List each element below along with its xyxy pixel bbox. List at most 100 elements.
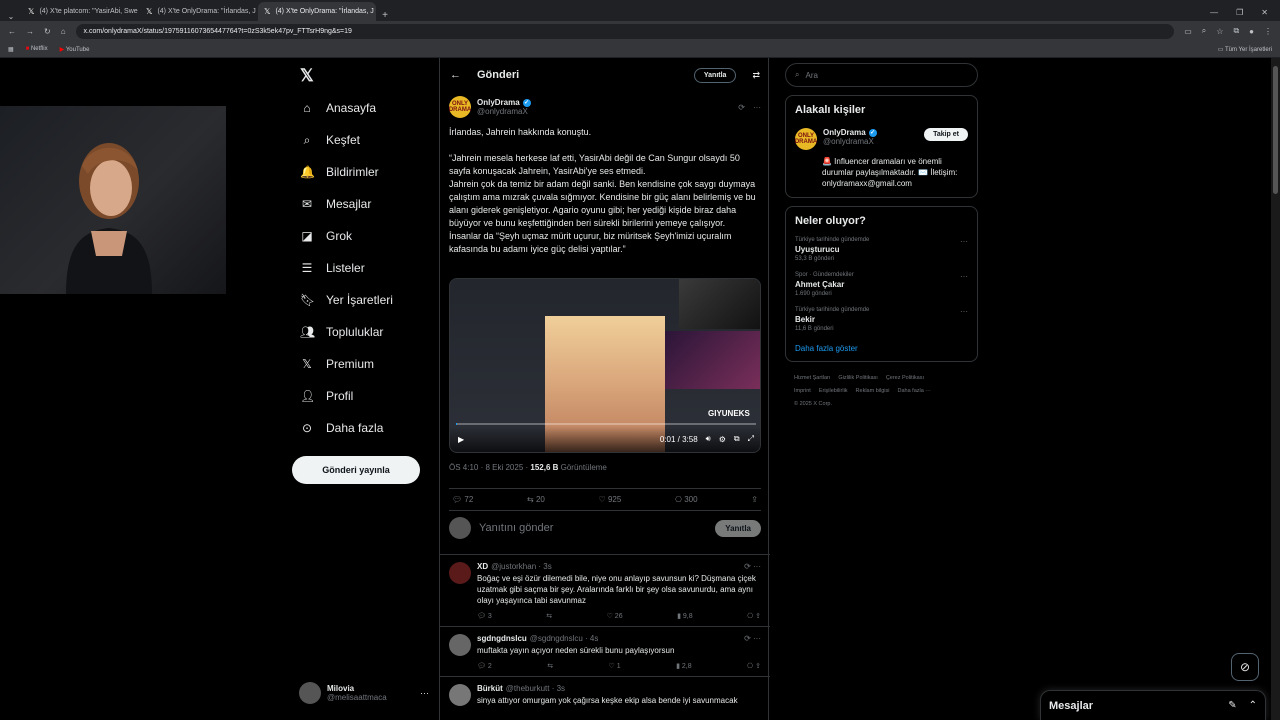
like-action[interactable]: ♡ 925 [599,495,622,504]
reply-action[interactable]: 💬︎ 2 [477,662,492,670]
back-icon[interactable]: ← [8,27,16,36]
profile-icon[interactable]: ● [1249,27,1254,36]
messages-drawer[interactable]: Mesajlar ✎ ⌃ [1040,690,1266,720]
share-icon[interactable]: ⇪ [751,495,758,504]
footer-link[interactable]: Imprint [794,388,811,394]
more-dots-icon[interactable]: ⟳ ··· [744,634,761,643]
grok-explain-icon[interactable]: ⟳ [738,103,745,112]
reply-author[interactable]: Bürküt [477,684,503,693]
reply-action[interactable]: 💬︎ 72 [452,495,473,504]
home-button-icon[interactable]: ⌂ [61,27,66,36]
account-switcher[interactable]: Milovia @melisaattmaca ··· [299,682,429,704]
tab-search-icon[interactable]: ⌄ [0,12,22,21]
bookmark-action[interactable]: ⎔ 300 [675,495,698,504]
maximize-icon[interactable]: ❐ [1236,8,1243,17]
new-tab-icon[interactable]: + [376,10,394,21]
like-action[interactable]: ♡ 1 [609,662,621,670]
avatar[interactable] [449,562,471,584]
more-dots-icon[interactable]: ··· [960,272,968,281]
sidebar-item-more[interactable]: ⊙ Daha fazla [300,418,383,438]
avatar[interactable]: ONLY DRAMA [449,96,471,118]
sidebar-item-premium[interactable]: 𝕏 Premium [300,354,374,374]
pip-icon[interactable]: ⧉ [734,434,740,444]
reload-icon[interactable]: ↻ [44,27,51,36]
like-action[interactable]: ♡ 26 [607,612,623,620]
sidebar-item-profile[interactable]: 👤︎ Profil [300,386,353,406]
expand-icon[interactable]: ⌃ [1249,700,1257,711]
sidebar-item-lists[interactable]: ☰ Listeler [300,258,365,278]
new-message-icon[interactable]: ✎ [1228,700,1236,711]
views-action[interactable]: ▮ 9,8 [677,612,693,620]
related-handle[interactable]: @onlydramaX [823,137,877,146]
reply-input[interactable]: Yanıtını gönder [479,522,553,534]
star-icon[interactable]: ☆ [1216,27,1223,36]
footer-link[interactable]: Hizmet Şartları [794,375,830,381]
reply-header-button[interactable]: Yanıtla [693,67,737,83]
avatar[interactable]: ONLY DRAMA [795,128,817,150]
volume-icon[interactable]: 🔊︎ [706,434,711,444]
footer-link[interactable]: Çerez Politikası [886,375,924,381]
related-name[interactable]: OnlyDrama [823,128,866,137]
browser-tab-1[interactable]: 𝕏(4) X'te platcom: "YasirAbi, Swe✕ [22,2,140,21]
reply-item[interactable]: sgdngdnslcu @sgdngdnslcu · 4s ⟳ ··· muftak… [440,626,770,676]
follow-button[interactable]: Takip et [924,128,968,141]
zoom-icon[interactable]: ⌕ [1202,26,1206,36]
cast-icon[interactable]: ▭ [1184,27,1192,36]
scrollbar[interactable] [1271,58,1280,720]
repost-action[interactable]: ⇆ [546,612,552,620]
footer-link[interactable]: Erişilebilirlik [819,388,848,394]
footer-link[interactable]: Reklam bilgisi [856,388,890,394]
sidebar-item-communities[interactable]: 👥︎ Topluluklar [300,322,383,342]
footer-link[interactable]: Daha fazla ··· [897,388,930,394]
sidebar-item-explore[interactable]: ⌕ Keşfet [300,130,360,150]
reply-action[interactable]: 💬︎ 3 [477,612,492,620]
fullscreen-icon[interactable]: ⤢ [748,434,754,444]
scrollbar-thumb[interactable] [1273,66,1278,194]
video-progress-bar[interactable] [456,423,756,425]
avatar[interactable] [449,684,471,706]
play-icon[interactable]: ▶ [458,435,464,444]
bookmark-youtube[interactable]: ▶ YouTube [60,46,90,53]
reply-item[interactable]: XD @justorkhan · 3s ⟳ ··· Boğaç ve eşi özü… [440,554,770,626]
window-close-icon[interactable]: ✕ [1261,8,1268,17]
footer-link[interactable]: Gizlilik Politikası [838,375,877,381]
reply-author[interactable]: sgdngdnslcu [477,634,527,643]
sidebar-item-home[interactable]: ⌂ Anasayfa [300,98,376,118]
sidebar-item-bookmarks[interactable]: 🔖︎ Yer İşaretleri [300,290,393,310]
avatar[interactable] [449,634,471,656]
author-handle[interactable]: @onlydramaX [477,107,531,116]
all-bookmarks[interactable]: ▭ Tüm Yer İşaretleri [1218,46,1272,53]
post-button[interactable]: Gönderi yayınla [292,456,420,484]
sidebar-item-messages[interactable]: ✉ Mesajlar [300,194,371,214]
reply-item[interactable]: Bürküt @theburkutt · 3s sinya attıyor omu… [440,676,770,712]
bookmark-share-icons[interactable]: ⎔ ⇪ [747,612,761,620]
browser-tab-3[interactable]: 𝕏(4) X'te OnlyDrama: "İrlandas, J✕ [258,2,376,21]
grok-floating-icon[interactable]: ⊘ [1231,653,1259,681]
more-dots-icon[interactable]: ··· [753,103,761,112]
settings-sliders-icon[interactable]: ⇄ [752,70,760,81]
extensions-icon[interactable]: ⧉ [1233,26,1239,36]
browser-tab-2[interactable]: 𝕏(4) X'te OnlyDrama: "İrlandas, J✕ [140,2,258,21]
views-action[interactable]: ▮ 2,8 [676,662,692,670]
trend-item[interactable]: Spor · Gündemdekiler Ahmet Çakar 1.690 g… [795,272,968,297]
settings-icon[interactable]: ⚙ [719,435,726,444]
author-name[interactable]: OnlyDrama [477,98,520,107]
apps-icon[interactable]: ▦ [8,46,14,53]
repost-action[interactable]: ⇆ [547,662,553,670]
more-dots-icon[interactable]: ··· [960,237,968,246]
trend-item[interactable]: Türkiye tarihinde gündemde Uyuşturucu 53… [795,237,968,262]
more-dots-icon[interactable]: ··· [960,307,968,316]
forward-icon[interactable]: → [26,27,34,36]
timestamp[interactable]: ÖS 4:10 · 8 Eki 2025 · [449,463,530,472]
menu-icon[interactable]: ⋮ [1264,27,1272,36]
video-player[interactable]: GIYUNEKS ▶ 0:01 / 3:58 🔊︎ ⚙ ⧉ ⤢ [449,278,761,453]
more-dots-icon[interactable]: ⟳ ··· [744,562,761,571]
x-logo-icon[interactable]: 𝕏 [300,66,314,86]
repost-action[interactable]: ⇆ 20 [527,495,545,504]
address-bar[interactable]: x.com/onlydramaX/status/1975911607365447… [75,23,1175,39]
reply-author[interactable]: XD [477,562,488,571]
minimize-icon[interactable]: — [1210,8,1218,17]
trend-item[interactable]: Türkiye tarihinde gündemde Bekir 11,6 B … [795,307,968,332]
bookmark-netflix[interactable]: ■ Netflix [26,46,48,52]
back-arrow-icon[interactable]: ← [450,69,461,81]
